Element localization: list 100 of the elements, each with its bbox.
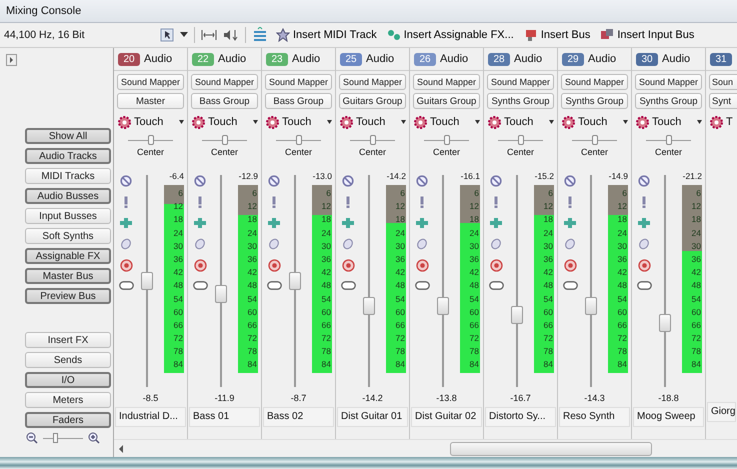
caret-icon[interactable] [179,120,184,124]
gear-icon[interactable] [636,116,649,128]
automation-mode-label[interactable]: Touch [282,116,324,128]
output-selector[interactable]: Guitars Group [413,93,480,109]
section-toggle[interactable]: Sends [25,352,111,368]
gear-icon[interactable] [118,116,131,128]
track-name-field[interactable]: Dist Guitar 02 [411,407,482,427]
output-selector[interactable]: Synths Group [561,93,628,109]
output-selector[interactable]: Guitars Group [339,93,406,109]
automation-mode-label[interactable]: Touch [134,116,176,128]
section-toggle[interactable]: Meters [25,392,111,408]
no-entry-icon[interactable] [564,175,576,187]
section-toggle[interactable]: Insert FX [25,332,111,348]
caret-icon[interactable] [549,120,554,124]
output-selector[interactable]: Synths Group [635,93,702,109]
output-selector[interactable]: Bass Group [191,93,258,109]
caret-icon[interactable] [697,120,702,124]
caret-icon[interactable] [180,32,188,38]
input-selector[interactable]: Soun [709,74,737,90]
caret-icon[interactable] [623,120,628,124]
no-entry-icon[interactable] [638,175,650,187]
filter-toggle[interactable]: Assignable FX [25,248,111,264]
track-name-field[interactable]: Industrial D... [115,407,186,427]
gear-icon[interactable] [340,116,353,128]
no-entry-icon[interactable] [194,175,206,187]
zoom-in-icon[interactable] [88,432,100,444]
input-selector[interactable]: Sound Mapper [561,74,628,90]
filter-toggle[interactable]: Input Busses [25,208,111,224]
input-selector[interactable]: Sound Mapper [117,74,184,90]
track-name-field[interactable]: Dist Guitar 01 [337,407,408,427]
caret-icon[interactable] [253,120,258,124]
automation-mode-label[interactable]: Touch [504,116,546,128]
track-name-field[interactable]: Bass 02 [263,407,334,427]
no-entry-icon[interactable] [268,175,280,187]
gear-icon[interactable] [266,116,279,128]
filter-toggle[interactable]: Audio Tracks [25,148,111,164]
filter-toggle[interactable]: Audio Busses [25,188,111,204]
cursor-icon[interactable] [160,28,174,42]
gear-icon[interactable] [710,116,723,128]
toggle-icon[interactable] [266,281,282,290]
automation-mode-label[interactable]: Touch [356,116,398,128]
track-name-field[interactable]: Moog Sweep [633,407,704,427]
record-icon[interactable] [638,259,650,272]
input-selector[interactable]: Sound Mapper [191,74,258,90]
record-icon[interactable] [194,259,206,272]
plus-icon[interactable] [193,217,207,229]
plus-icon[interactable] [267,217,281,229]
width-icon[interactable] [201,29,217,41]
gear-icon[interactable] [488,116,501,128]
caret-icon[interactable] [475,120,480,124]
output-selector[interactable]: Bass Group [265,93,332,109]
automation-mode-label[interactable]: T [726,116,734,128]
toggle-icon[interactable] [118,281,134,290]
record-icon[interactable] [416,259,428,272]
filter-toggle[interactable]: MIDI Tracks [25,168,111,184]
toggle-icon[interactable] [488,281,504,290]
toggle-icon[interactable] [192,281,208,290]
record-icon[interactable] [342,259,354,272]
section-toggle[interactable]: I/O [25,372,111,388]
no-entry-icon[interactable] [416,175,428,187]
automation-mode-label[interactable]: Touch [430,116,472,128]
plus-icon[interactable] [119,217,133,229]
toggle-icon[interactable] [562,281,578,290]
record-icon[interactable] [120,259,132,272]
automation-mode-label[interactable]: Touch [652,116,694,128]
plus-icon[interactable] [563,217,577,229]
filter-toggle[interactable]: Master Bus [25,268,111,284]
gear-icon[interactable] [562,116,575,128]
insert-button[interactable]: Insert Bus [522,28,592,42]
zoom-out-icon[interactable] [26,432,38,444]
toggle-icon[interactable] [414,281,430,290]
toggle-icon[interactable] [340,281,356,290]
plus-icon[interactable] [341,217,355,229]
tracks-icon[interactable] [252,27,268,43]
input-selector[interactable]: Sound Mapper [413,74,480,90]
automation-mode-label[interactable]: Touch [208,116,250,128]
no-entry-icon[interactable] [120,175,132,187]
output-selector[interactable]: Synths Group [487,93,554,109]
output-selector[interactable]: Synt [709,93,737,109]
filter-toggle[interactable]: Soft Synths [25,228,111,244]
record-icon[interactable] [268,259,280,272]
plus-icon[interactable] [415,217,429,229]
track-name-field[interactable]: Reso Synth [559,407,630,427]
plus-icon[interactable] [637,217,651,229]
automation-mode-label[interactable]: Touch [578,116,620,128]
filter-toggle[interactable]: Show All [25,128,111,144]
record-icon[interactable] [564,259,576,272]
caret-icon[interactable] [401,120,406,124]
no-entry-icon[interactable] [490,175,502,187]
input-selector[interactable]: Sound Mapper [635,74,702,90]
input-selector[interactable]: Sound Mapper [265,74,332,90]
scroll-left-icon[interactable] [118,444,124,452]
no-entry-icon[interactable] [342,175,354,187]
insert-button[interactable]: Insert MIDI Track [274,28,379,42]
insert-button[interactable]: Insert Assignable FX... [384,28,516,42]
track-name-field[interactable]: Distorto Sy... [485,407,556,427]
track-name-field[interactable]: Bass 01 [189,407,260,427]
input-selector[interactable]: Sound Mapper [487,74,554,90]
track-name-field[interactable]: Giorg [707,402,736,422]
caret-icon[interactable] [327,120,332,124]
